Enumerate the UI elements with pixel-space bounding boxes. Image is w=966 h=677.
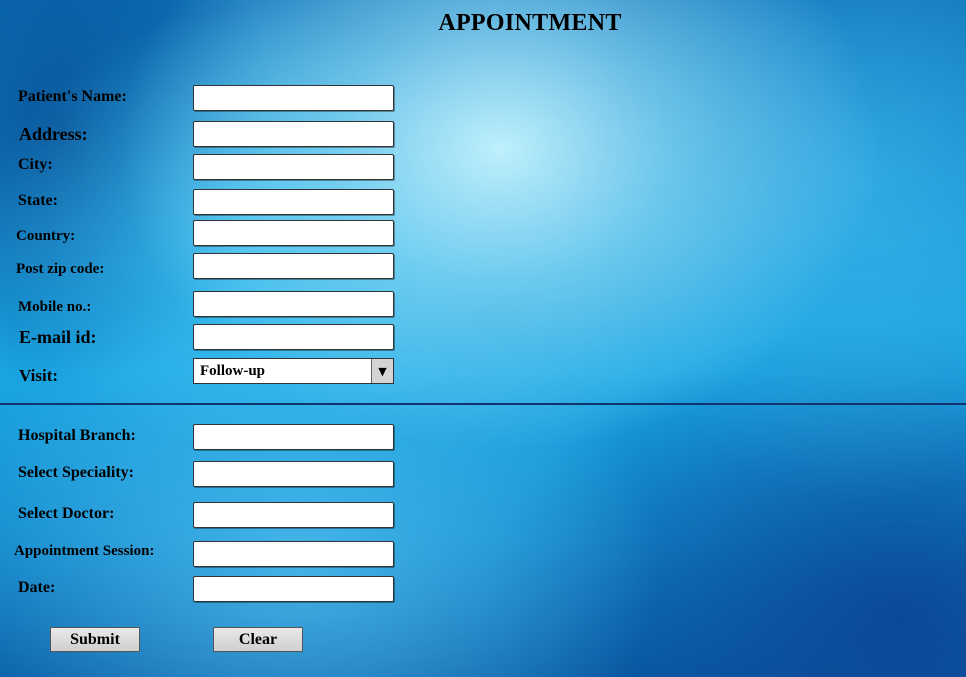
address-label: Address: [19, 124, 88, 144]
visit-select[interactable]: Follow-up ▼ [193, 358, 394, 384]
mobile-no-input[interactable] [193, 291, 394, 317]
address-input[interactable] [193, 121, 394, 147]
hospital-branch-input[interactable] [193, 424, 394, 450]
visit-label: Visit: [19, 366, 59, 385]
email-input[interactable] [193, 324, 394, 350]
country-input[interactable] [193, 220, 394, 246]
select-doctor-label: Select Doctor: [18, 505, 115, 522]
post-zip-code-label: Post zip code: [16, 261, 105, 277]
city-label: City: [18, 156, 53, 173]
chevron-down-icon[interactable]: ▼ [371, 359, 393, 383]
clear-button[interactable]: Clear [213, 627, 303, 652]
city-input[interactable] [193, 154, 394, 180]
post-zip-code-input[interactable] [193, 253, 394, 279]
page-title: APPOINTMENT [438, 10, 622, 36]
select-speciality-label: Select Speciality: [18, 464, 134, 481]
section-divider [0, 403, 966, 405]
date-label: Date: [18, 579, 56, 596]
hospital-branch-label: Hospital Branch: [18, 427, 136, 444]
appointment-session-input[interactable] [193, 541, 394, 567]
date-input[interactable] [193, 576, 394, 602]
visit-select-value: Follow-up [200, 362, 266, 379]
patient-name-label: Patient's Name: [18, 88, 127, 105]
state-label: State: [18, 192, 58, 209]
patient-name-input[interactable] [193, 85, 394, 111]
submit-button[interactable]: Submit [50, 627, 140, 652]
mobile-no-label: Mobile no.: [18, 299, 92, 315]
country-label: Country: [16, 228, 76, 244]
appointment-session-label: Appointment Session: [14, 543, 155, 559]
select-speciality-input[interactable] [193, 461, 394, 487]
state-input[interactable] [193, 189, 394, 215]
email-label: E-mail id: [19, 327, 97, 347]
select-doctor-input[interactable] [193, 502, 394, 528]
